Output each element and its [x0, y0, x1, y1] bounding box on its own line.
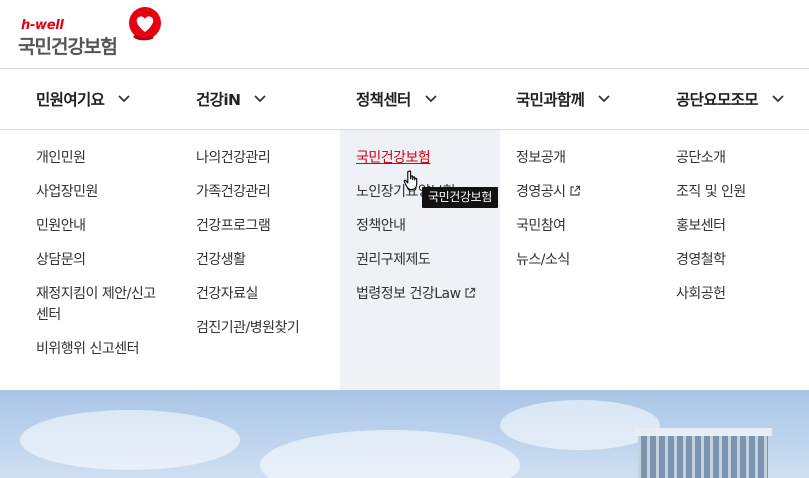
- menu-link-active[interactable]: 국민건강보험: [356, 148, 506, 169]
- menu-link[interactable]: 재정지킴이 제안/신고센터: [36, 284, 166, 326]
- nav-item-civil[interactable]: 민원여기요: [36, 69, 130, 129]
- nav-item-health[interactable]: 건강iN: [196, 69, 267, 129]
- menu-link-external[interactable]: 경영공시: [516, 182, 666, 203]
- menu-link[interactable]: 건강프로그램: [196, 216, 346, 237]
- menu-link[interactable]: 나의건강관리: [196, 148, 346, 169]
- brand-tagline: h-well: [21, 18, 64, 33]
- building-windows: [638, 434, 768, 478]
- nav-item-corporation[interactable]: 공단요모조모: [676, 69, 784, 129]
- hero-banner-image: [0, 390, 809, 478]
- building-image: [634, 428, 772, 478]
- menu-link[interactable]: 정책안내: [356, 216, 506, 237]
- menu-link[interactable]: 사회공헌: [676, 284, 809, 305]
- menu-link[interactable]: 상담문의: [36, 250, 186, 271]
- menu-link[interactable]: 공단소개: [676, 148, 809, 169]
- chevron-down-icon: [118, 95, 130, 103]
- menu-link[interactable]: 개인민원: [36, 148, 186, 169]
- nav-label: 국민과함께: [516, 91, 585, 109]
- menu-link[interactable]: 사업장민원: [36, 182, 186, 203]
- tooltip: 국민건강보험: [422, 187, 498, 208]
- mega-menu-panel: 개인민원 사업장민원 민원안내 상담문의 재정지킴이 제안/신고센터 비위행위 …: [0, 130, 809, 390]
- menu-link[interactable]: 민원안내: [36, 216, 186, 237]
- chevron-down-icon: [254, 95, 267, 103]
- menu-column-civil: 개인민원 사업장민원 민원안내 상담문의 재정지킴이 제안/신고센터 비위행위 …: [36, 148, 186, 373]
- building-roof: [634, 428, 772, 436]
- menu-link[interactable]: 경영철학: [676, 250, 809, 271]
- nav-item-together[interactable]: 국민과함께: [516, 69, 610, 129]
- menu-link[interactable]: 뉴스/소식: [516, 250, 666, 271]
- cloud: [500, 400, 660, 450]
- menu-link[interactable]: 홍보센터: [676, 216, 809, 237]
- brand-logo[interactable]: h-well 국민건강보험: [18, 6, 168, 62]
- cloud: [260, 430, 520, 478]
- menu-link[interactable]: 건강생활: [196, 250, 346, 271]
- site-header: h-well 국민건강보험: [0, 0, 809, 68]
- nav-label: 민원여기요: [36, 91, 105, 109]
- menu-link-label: 경영공시: [516, 184, 566, 200]
- cloud: [20, 410, 240, 470]
- nav-item-policy[interactable]: 정책센터: [356, 69, 437, 129]
- external-link-icon: [464, 287, 475, 298]
- menu-link[interactable]: 건강자료실: [196, 284, 346, 305]
- chevron-down-icon: [425, 95, 437, 103]
- chevron-down-icon: [598, 95, 610, 103]
- menu-link[interactable]: 권리구제제도: [356, 250, 506, 271]
- menu-link[interactable]: 국민참여: [516, 216, 666, 237]
- menu-link[interactable]: 조직 및 인원: [676, 182, 809, 203]
- menu-column-policy: 국민건강보험 노인장기요양보험 정책안내 권리구제제도 법령정보 건강Law: [356, 148, 506, 318]
- hand-cursor-icon: [403, 170, 418, 191]
- menu-link[interactable]: 가족건강관리: [196, 182, 346, 203]
- menu-column-corporation: 공단소개 조직 및 인원 홍보센터 경영철학 사회공헌: [676, 148, 809, 318]
- menu-column-health: 나의건강관리 가족건강관리 건강프로그램 건강생활 건강자료실 검진기관/병원찾…: [196, 148, 346, 352]
- chevron-down-icon: [772, 95, 784, 103]
- menu-link[interactable]: 정보공개: [516, 148, 666, 169]
- nav-label: 정책센터: [356, 91, 411, 109]
- brand-name: 국민건강보험: [18, 36, 118, 58]
- menu-link-external[interactable]: 법령정보 건강Law: [356, 284, 506, 305]
- nav-label: 건강iN: [196, 91, 241, 109]
- main-navigation: 민원여기요 건강iN 정책센터 국민과함께 공단요모조모: [0, 68, 809, 130]
- menu-link[interactable]: 검진기관/병원찾기: [196, 318, 346, 339]
- menu-link-label: 법령정보 건강Law: [356, 286, 461, 302]
- heart-logo-icon: [129, 7, 161, 41]
- menu-column-together: 정보공개 경영공시 국민참여 뉴스/소식: [516, 148, 666, 284]
- nav-label: 공단요모조모: [676, 91, 759, 109]
- external-link-icon: [569, 185, 580, 196]
- menu-link[interactable]: 비위행위 신고센터: [36, 339, 186, 360]
